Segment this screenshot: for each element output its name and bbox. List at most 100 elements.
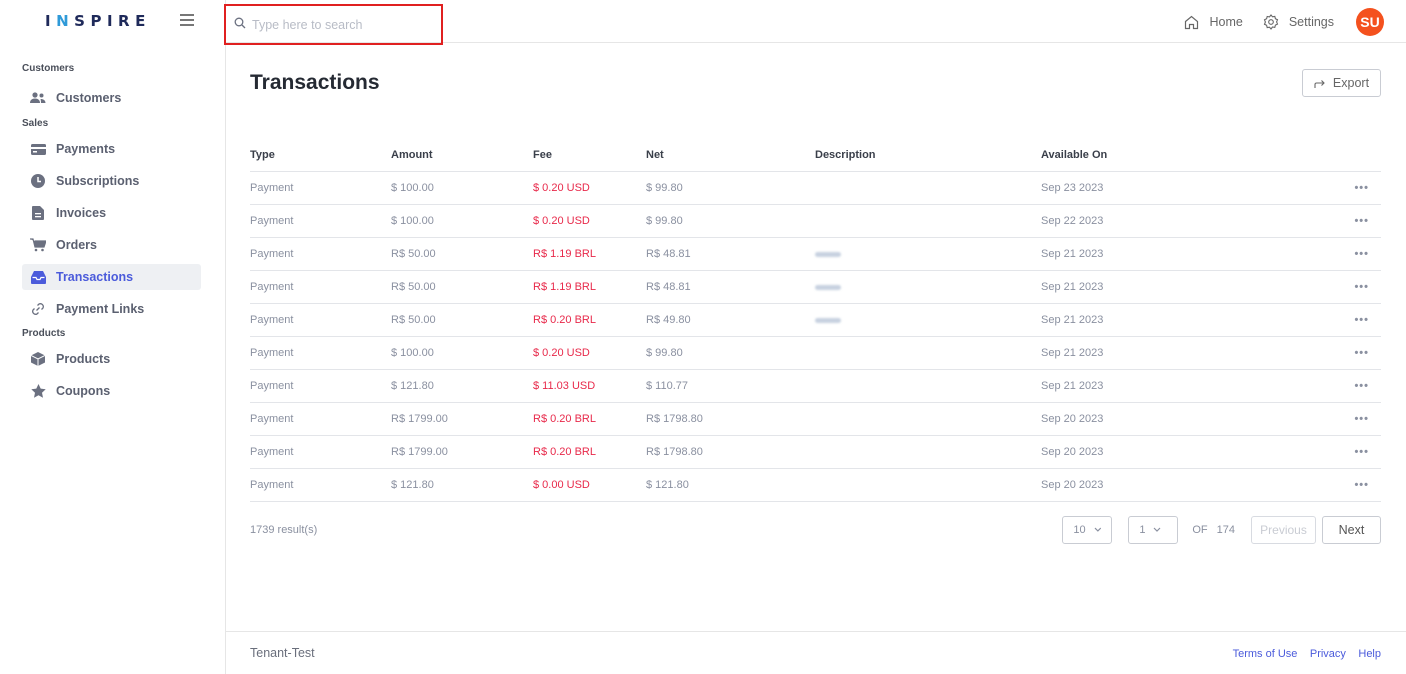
row-more-icon[interactable]: •••	[1331, 171, 1381, 205]
table-row[interactable]: Payment $ 100.00 $ 0.20 USD $ 99.80 Sep …	[250, 171, 1381, 205]
sidebar-item-payment-links[interactable]: Payment Links	[22, 296, 201, 322]
page-select[interactable]: 1	[1128, 515, 1179, 544]
sidebar-item-subscriptions[interactable]: Subscriptions	[22, 168, 201, 194]
cell-description	[815, 171, 1041, 205]
sidebar-item-customers[interactable]: Customers	[22, 85, 201, 111]
cell-amount: $ 100.00	[391, 336, 533, 370]
footer-links: Terms of Use Privacy Help	[1225, 644, 1381, 662]
cell-fee: $ 0.00 USD	[533, 468, 646, 502]
table-row[interactable]: Payment $ 100.00 $ 0.20 USD $ 99.80 Sep …	[250, 336, 1381, 370]
search-icon	[234, 16, 246, 34]
home-link[interactable]: Home	[1184, 15, 1243, 30]
cell-net: R$ 48.81	[646, 270, 815, 304]
cell-available-on: Sep 21 2023	[1041, 303, 1331, 337]
column-header-type[interactable]: Type	[250, 139, 391, 172]
sidebar-item-label: Subscriptions	[56, 174, 140, 188]
sidebar-item-label: Products	[56, 352, 111, 366]
search-input[interactable]	[252, 17, 432, 32]
export-button[interactable]: Export	[1302, 69, 1381, 97]
table-row[interactable]: Payment R$ 50.00 R$ 0.20 BRL R$ 49.80 Se…	[250, 303, 1381, 337]
cell-fee: R$ 0.20 BRL	[533, 435, 646, 469]
help-link[interactable]: Help	[1358, 648, 1381, 660]
cell-amount: $ 100.00	[391, 204, 533, 238]
gear-icon	[1263, 14, 1279, 30]
row-more-icon[interactable]: •••	[1331, 402, 1381, 436]
cell-fee: R$ 0.20 BRL	[533, 303, 646, 337]
section-label-products: Products	[22, 328, 66, 339]
home-icon	[1185, 15, 1199, 29]
export-icon	[1314, 79, 1325, 88]
cell-description	[815, 303, 1041, 337]
footer: Tenant-Test Terms of Use Privacy Help	[226, 631, 1406, 674]
chevron-down-icon	[1154, 527, 1161, 532]
search-box[interactable]	[224, 4, 443, 45]
sidebar-item-invoices[interactable]: Invoices	[22, 200, 201, 226]
results-count: 1739 result(s)	[250, 523, 318, 536]
export-label: Export	[1332, 76, 1370, 90]
per-page-value: 10	[1073, 523, 1086, 536]
column-header-fee[interactable]: Fee	[533, 139, 646, 172]
users-icon	[30, 90, 46, 106]
column-header-net[interactable]: Net	[646, 139, 815, 172]
document-icon	[30, 205, 46, 221]
box-icon	[30, 351, 46, 367]
link-icon	[30, 301, 46, 317]
table-row[interactable]: Payment $ 121.80 $ 11.03 USD $ 110.77 Se…	[250, 369, 1381, 403]
row-more-icon[interactable]: •••	[1331, 303, 1381, 337]
sidebar-item-coupons[interactable]: Coupons	[22, 378, 201, 404]
blurred-description	[815, 284, 841, 290]
table-row[interactable]: Payment $ 121.80 $ 0.00 USD $ 121.80 Sep…	[250, 468, 1381, 502]
column-header-available-on[interactable]: Available On	[1041, 139, 1331, 172]
cell-description	[815, 435, 1041, 469]
sidebar-item-transactions[interactable]: Transactions	[22, 264, 201, 290]
sidebar-item-products[interactable]: Products	[22, 346, 201, 372]
cell-amount: $ 100.00	[391, 171, 533, 205]
per-page-select[interactable]: 10	[1062, 515, 1113, 544]
settings-link[interactable]: Settings	[1263, 14, 1334, 30]
row-more-icon[interactable]: •••	[1331, 435, 1381, 469]
cell-available-on: Sep 21 2023	[1041, 237, 1331, 271]
cell-available-on: Sep 21 2023	[1041, 336, 1331, 370]
cell-fee: $ 0.20 USD	[533, 171, 646, 205]
topbar-actions: Home Settings SU	[1184, 8, 1384, 36]
cell-net: $ 121.80	[646, 468, 815, 502]
row-more-icon[interactable]: •••	[1331, 369, 1381, 403]
hamburger-menu-icon[interactable]	[180, 14, 194, 26]
next-button[interactable]: Next	[1322, 515, 1381, 544]
cell-type: Payment	[250, 336, 391, 370]
table-row[interactable]: Payment $ 100.00 $ 0.20 USD $ 99.80 Sep …	[250, 204, 1381, 238]
column-header-amount[interactable]: Amount	[391, 139, 533, 172]
table-row[interactable]: Payment R$ 1799.00 R$ 0.20 BRL R$ 1798.8…	[250, 435, 1381, 469]
total-pages: 174	[1216, 523, 1235, 536]
terms-link[interactable]: Terms of Use	[1233, 648, 1298, 660]
privacy-link[interactable]: Privacy	[1310, 648, 1346, 660]
previous-button[interactable]: Previous	[1251, 515, 1316, 544]
cell-description	[815, 369, 1041, 403]
logo[interactable]: INSPIRE	[45, 12, 151, 30]
row-more-icon[interactable]: •••	[1331, 204, 1381, 238]
table-row[interactable]: Payment R$ 50.00 R$ 1.19 BRL R$ 48.81 Se…	[250, 237, 1381, 271]
table-header-row: Type Amount Fee Net Description Availabl…	[250, 139, 1381, 172]
table-row[interactable]: Payment R$ 1799.00 R$ 0.20 BRL R$ 1798.8…	[250, 402, 1381, 436]
row-more-icon[interactable]: •••	[1331, 237, 1381, 271]
sidebar-item-label: Payments	[56, 142, 116, 156]
row-more-icon[interactable]: •••	[1331, 468, 1381, 502]
row-more-icon[interactable]: •••	[1331, 270, 1381, 304]
cell-net: R$ 48.81	[646, 237, 815, 271]
sidebar-item-orders[interactable]: Orders	[22, 232, 201, 258]
cell-net: $ 99.80	[646, 204, 815, 238]
column-header-description[interactable]: Description	[815, 139, 1041, 172]
sidebar-item-label: Transactions	[56, 270, 134, 284]
table-row[interactable]: Payment R$ 50.00 R$ 1.19 BRL R$ 48.81 Se…	[250, 270, 1381, 304]
cell-type: Payment	[250, 402, 391, 436]
cell-type: Payment	[250, 237, 391, 271]
app-root: INSPIRE Customers Customers Sales Paymen…	[0, 0, 1406, 674]
sidebar-item-payments[interactable]: Payments	[22, 136, 201, 162]
cell-type: Payment	[250, 303, 391, 337]
avatar[interactable]: SU	[1356, 8, 1384, 36]
cell-available-on: Sep 23 2023	[1041, 171, 1331, 205]
cell-description	[815, 336, 1041, 370]
topbar: Home Settings SU	[224, 0, 1406, 45]
pagination-controls: 10 1 OF 174 Previous Next	[1062, 515, 1381, 544]
row-more-icon[interactable]: •••	[1331, 336, 1381, 370]
